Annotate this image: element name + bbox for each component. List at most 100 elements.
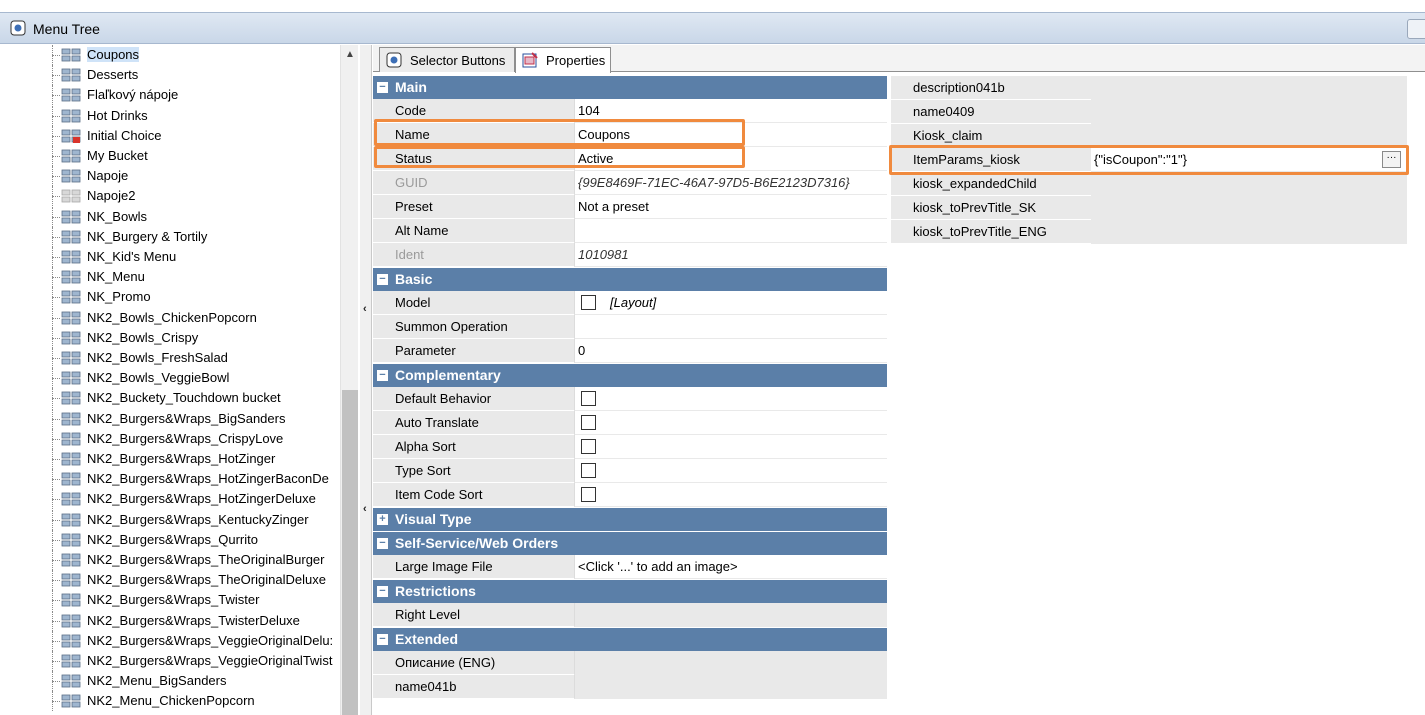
- tree-item[interactable]: NK2_Menu_BigSanders: [0, 671, 340, 692]
- tree-item[interactable]: NK2_Burgers&Wraps_VeggieOriginalTwist: [0, 651, 340, 671]
- prop-opisanie-row[interactable]: Описание (ENG): [373, 651, 887, 675]
- prop-name-row[interactable]: Name Coupons: [373, 123, 887, 147]
- category-extended[interactable]: − Extended: [373, 628, 887, 651]
- tree-item[interactable]: My Bucket: [0, 146, 340, 166]
- prop-preset-row[interactable]: Preset Not a preset: [373, 195, 887, 219]
- tree-item[interactable]: Flaľkový nápoje: [0, 85, 340, 106]
- prop-auto-translate-row[interactable]: Auto Translate: [373, 411, 887, 435]
- ext-prop-row[interactable]: ItemParams_kiosk {"isCoupon":"1"} ···: [891, 148, 1425, 172]
- tree-item[interactable]: NK2_Burgers&Wraps_HotZingerDeluxe: [0, 489, 340, 510]
- tree-item[interactable]: NK2_Burgers&Wraps_BigSanders: [0, 408, 340, 429]
- prop-ident-row[interactable]: Ident 1010981: [373, 243, 887, 267]
- tree-item[interactable]: NK_Promo: [0, 287, 340, 308]
- expand-icon[interactable]: +: [377, 514, 388, 525]
- type-sort-checkbox[interactable]: [581, 463, 596, 478]
- prop-preset-value[interactable]: Not a preset: [578, 199, 649, 214]
- default-behavior-checkbox[interactable]: [581, 391, 596, 406]
- tree-item[interactable]: NK2_Bowls_Crispy: [0, 327, 340, 348]
- auto-translate-checkbox[interactable]: [581, 415, 596, 430]
- category-main[interactable]: − Main: [373, 76, 887, 99]
- alpha-sort-checkbox[interactable]: [581, 439, 596, 454]
- prop-status-value[interactable]: Active: [578, 151, 613, 166]
- prop-parameter-value[interactable]: 0: [578, 343, 585, 358]
- prop-code-row[interactable]: Code 104: [373, 99, 887, 123]
- tree-item[interactable]: NK2_Burgers&Wraps_TheOriginalBurger: [0, 550, 340, 570]
- ext-prop-value-cell[interactable]: [1091, 124, 1407, 148]
- tree-item[interactable]: NK2_Burgers&Wraps_CrispyLove: [0, 428, 340, 449]
- tree-item[interactable]: Desserts: [0, 65, 340, 86]
- category-basic[interactable]: − Basic: [373, 268, 887, 291]
- ext-prop-value[interactable]: {"isCoupon":"1"}: [1094, 152, 1187, 167]
- panel-splitter[interactable]: ‹ ‹: [360, 45, 372, 715]
- tree-item[interactable]: Initial Choice: [0, 125, 340, 146]
- prop-alt-name-row[interactable]: Alt Name: [373, 219, 887, 243]
- tree-scrollbar-thumb[interactable]: [342, 390, 358, 715]
- tree-item[interactable]: NK2_Bowls_FreshSalad: [0, 348, 340, 368]
- ext-prop-value-cell[interactable]: [1091, 76, 1407, 100]
- titlebar-button[interactable]: [1407, 19, 1425, 39]
- tab-properties[interactable]: Properties: [515, 47, 611, 73]
- model-checkbox[interactable]: [581, 295, 596, 310]
- ext-prop-value-cell[interactable]: [1091, 220, 1407, 244]
- ext-prop-value-cell[interactable]: [1091, 172, 1407, 196]
- tree-item[interactable]: NK_Menu: [0, 267, 340, 288]
- tree-item[interactable]: NK2_Burgers&Wraps_HotZingerBaconDe: [0, 469, 340, 490]
- tree-scrollbar[interactable]: ▲: [340, 45, 358, 715]
- tree-item[interactable]: NK2_Menu_ChickenPopcorn: [0, 691, 340, 712]
- tree-item[interactable]: NK2_Burgers&Wraps_VeggieOriginalDelu:: [0, 630, 340, 651]
- prop-right-level-row[interactable]: Right Level: [373, 603, 887, 627]
- ext-prop-value-cell[interactable]: [1091, 196, 1407, 220]
- collapse-icon[interactable]: −: [377, 586, 388, 597]
- tree-item[interactable]: NK2_Bowls_ChickenPopcorn: [0, 307, 340, 328]
- tree-item[interactable]: NK2_Burgers&Wraps_Qurrito: [0, 529, 340, 550]
- prop-default-behavior-row[interactable]: Default Behavior: [373, 387, 887, 411]
- collapse-icon[interactable]: −: [377, 274, 388, 285]
- prop-parameter-row[interactable]: Parameter 0: [373, 339, 887, 363]
- prop-code-value[interactable]: 104: [578, 103, 600, 118]
- category-restrictions[interactable]: − Restrictions: [373, 580, 887, 603]
- ext-prop-row[interactable]: description041b: [891, 76, 1425, 100]
- collapse-icon[interactable]: −: [377, 538, 388, 549]
- category-complementary[interactable]: − Complementary: [373, 364, 887, 387]
- tree-item[interactable]: Napoje: [0, 166, 340, 187]
- collapse-icon[interactable]: −: [377, 82, 388, 93]
- tree-item[interactable]: Hot Drinks: [0, 105, 340, 126]
- prop-item-code-sort-row[interactable]: Item Code Sort: [373, 483, 887, 507]
- ext-prop-row[interactable]: Kiosk_claim: [891, 124, 1425, 148]
- tree-item[interactable]: Napoje2: [0, 186, 340, 207]
- tree-item[interactable]: NK_Bowls: [0, 206, 340, 227]
- prop-guid-row[interactable]: GUID {99E8469F-71EC-46A7-97D5-B6E2123D73…: [373, 171, 887, 195]
- tree-item[interactable]: NK2_Buckety_Touchdown bucket: [0, 388, 340, 409]
- category-self-service[interactable]: − Self-Service/Web Orders: [373, 532, 887, 555]
- ext-prop-row[interactable]: name0409: [891, 100, 1425, 124]
- prop-large-image-row[interactable]: Large Image File <Click '...' to add an …: [373, 555, 887, 579]
- prop-summon-row[interactable]: Summon Operation: [373, 315, 887, 339]
- tree-item[interactable]: NK_Kid's Menu: [0, 247, 340, 267]
- collapse-left-arrow-icon[interactable]: ‹: [363, 303, 367, 315]
- ext-prop-value-cell[interactable]: [1091, 100, 1407, 124]
- prop-model-row[interactable]: Model [Layout]: [373, 291, 887, 315]
- tree-item[interactable]: NK2_Burgers&Wraps_TwisterDeluxe: [0, 610, 340, 631]
- tree-item[interactable]: NK2_Burgers&Wraps_TheOriginalDeluxe: [0, 570, 340, 591]
- tree-item[interactable]: NK2_Burgers&Wraps_KentuckyZinger: [0, 509, 340, 530]
- prop-name041b-row[interactable]: name041b: [373, 675, 887, 699]
- collapse-left-arrow-icon-2[interactable]: ‹: [363, 503, 367, 515]
- tree-item[interactable]: NK_Burgery & Tortily: [0, 226, 340, 247]
- ellipsis-button[interactable]: ···: [1382, 151, 1401, 168]
- tree-item[interactable]: NK2_Burgers&Wraps_Twister: [0, 590, 340, 611]
- scroll-up-arrow-icon[interactable]: ▲: [345, 49, 355, 60]
- category-visual-type[interactable]: + Visual Type: [373, 508, 887, 531]
- collapse-icon[interactable]: −: [377, 370, 388, 381]
- tree-item[interactable]: Coupons: [0, 45, 340, 65]
- ext-prop-row[interactable]: kiosk_toPrevTitle_ENG: [891, 220, 1425, 244]
- prop-type-sort-row[interactable]: Type Sort: [373, 459, 887, 483]
- collapse-icon[interactable]: −: [377, 634, 388, 645]
- tree-item[interactable]: NK2_Bowls_VeggieBowl: [0, 368, 340, 389]
- ext-prop-row[interactable]: kiosk_expandedChild: [891, 172, 1425, 196]
- prop-large-image-value[interactable]: <Click '...' to add an image>: [578, 559, 738, 574]
- prop-status-row[interactable]: Status Active: [373, 147, 887, 171]
- tab-selector-buttons[interactable]: Selector Buttons: [379, 47, 515, 72]
- prop-name-value[interactable]: Coupons: [578, 127, 630, 142]
- prop-alpha-sort-row[interactable]: Alpha Sort: [373, 435, 887, 459]
- ext-prop-row[interactable]: kiosk_toPrevTitle_SK: [891, 196, 1425, 220]
